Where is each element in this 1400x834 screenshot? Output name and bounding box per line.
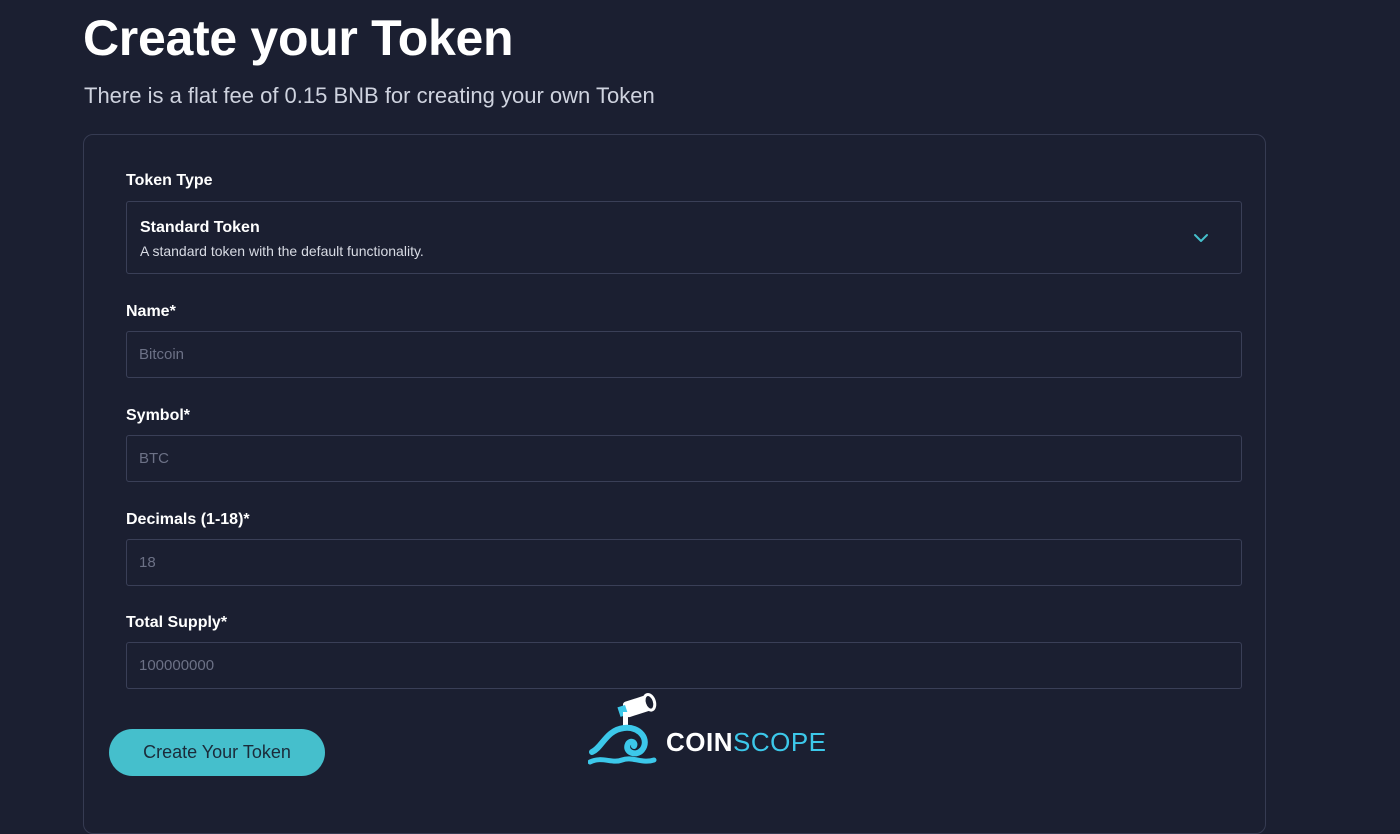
total-supply-input[interactable] xyxy=(126,642,1242,689)
token-type-selected-description: A standard token with the default functi… xyxy=(140,243,424,259)
chevron-down-icon[interactable] xyxy=(1192,229,1210,247)
coinscope-watermark: COINSCOPE xyxy=(588,690,826,770)
token-type-selected-title: Standard Token xyxy=(140,219,260,236)
brand-light-text: SCOPE xyxy=(733,727,827,757)
brand-bold-text: COIN xyxy=(666,727,733,757)
page-title: Create your Token xyxy=(83,10,514,66)
decimals-input[interactable] xyxy=(126,539,1242,586)
symbol-label: Symbol* xyxy=(126,407,191,424)
token-type-select[interactable]: Standard Token A standard token with the… xyxy=(126,201,1242,274)
token-type-label: Token Type xyxy=(126,172,213,189)
symbol-input[interactable] xyxy=(126,435,1242,482)
total-supply-label: Total Supply* xyxy=(126,614,228,631)
name-input[interactable] xyxy=(126,331,1242,378)
decimals-label: Decimals (1-18)* xyxy=(126,511,250,528)
page-subtitle: There is a flat fee of 0.15 BNB for crea… xyxy=(84,83,655,108)
name-label: Name* xyxy=(126,303,176,320)
coinscope-wordmark: COINSCOPE xyxy=(666,727,827,757)
create-token-button[interactable]: Create Your Token xyxy=(109,729,325,776)
coinscope-logo-icon xyxy=(588,693,657,765)
